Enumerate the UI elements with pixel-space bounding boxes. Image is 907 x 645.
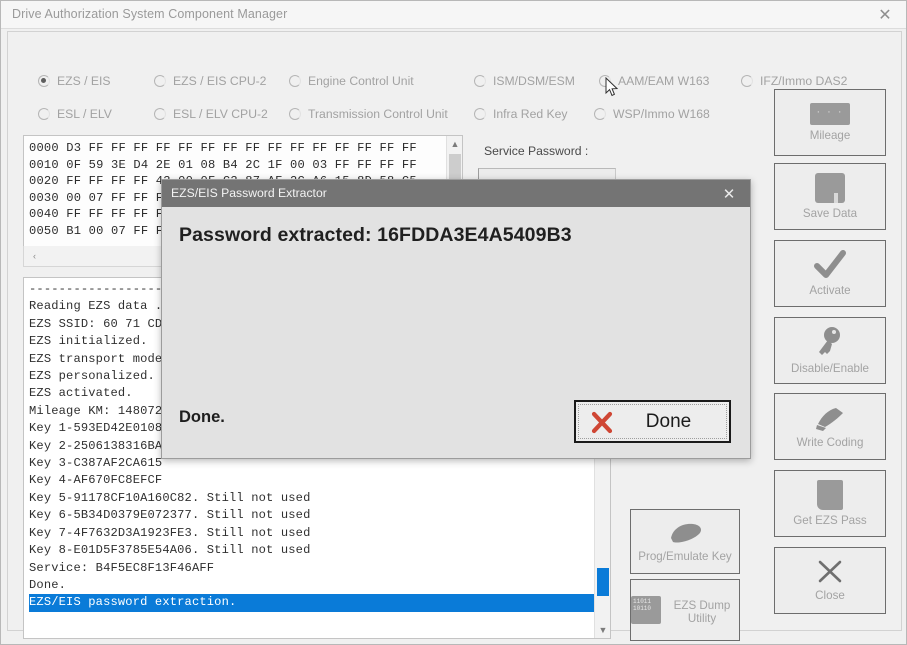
key-icon [663, 520, 707, 546]
radio-label: AAM/EAM W163 [618, 74, 710, 88]
radio-label: Infra Red Key [493, 107, 568, 121]
radio-label: IFZ/Immo DAS2 [760, 74, 848, 88]
application-window: Drive Authorization System Component Man… [0, 0, 907, 645]
x-close-icon [816, 559, 844, 585]
radio-label: Engine Control Unit [308, 74, 414, 88]
prog-emulate-key-label: Prog/Emulate Key [638, 550, 732, 563]
odometer-icon [810, 103, 850, 125]
window-close-button[interactable]: ✕ [862, 1, 906, 29]
window-title: Drive Authorization System Component Man… [12, 7, 288, 21]
get-ezs-pass-button[interactable]: Get EZS Pass [774, 470, 886, 537]
scroll-up-icon[interactable]: ▲ [447, 136, 462, 152]
write-coding-label: Write Coding [796, 436, 864, 449]
mileage-button[interactable]: Mileage [774, 89, 886, 156]
ezs-dump-utility-label: EZS Dump Utility [673, 599, 731, 625]
floppy-disk-icon [815, 173, 845, 203]
disable-enable-button[interactable]: Disable/Enable [774, 317, 886, 384]
radio-wsp-immo-w168[interactable]: WSP/Immo W168 [594, 107, 710, 121]
close-label: Close [815, 589, 845, 602]
log-scroll-thumb[interactable] [597, 568, 609, 596]
scroll-down-icon[interactable]: ▼ [595, 622, 610, 638]
radio-label: ESL / ELV CPU-2 [173, 107, 268, 121]
radio-indicator-icon [289, 108, 301, 120]
dialog-titlebar: EZS/EIS Password Extractor ✕ [162, 180, 750, 207]
save-data-button[interactable]: Save Data [774, 163, 886, 230]
window-titlebar: Drive Authorization System Component Man… [1, 1, 906, 29]
radio-indicator-icon [289, 75, 301, 87]
radio-esl-elv-cpu-2[interactable]: ESL / ELV CPU-2 [154, 107, 268, 121]
log-selected-line[interactable]: EZS/EIS password extraction. [29, 594, 596, 612]
prog-emulate-key-button[interactable]: Prog/Emulate Key [630, 509, 740, 574]
radio-indicator-icon [38, 108, 50, 120]
radio-ezs-eis-cpu-2[interactable]: EZS / EIS CPU-2 [154, 74, 266, 88]
radio-indicator-icon [599, 75, 611, 87]
get-ezs-pass-label: Get EZS Pass [793, 514, 867, 527]
radio-label: ISM/DSM/ESM [493, 74, 575, 88]
save-data-label: Save Data [802, 207, 858, 220]
ezs-dump-utility-button[interactable]: EZS Dump Utility [630, 579, 740, 641]
keys-icon [813, 326, 847, 358]
radio-transmission-control-unit[interactable]: Transmission Control Unit [289, 107, 448, 121]
chip-icon [631, 596, 661, 624]
dialog-close-button[interactable]: ✕ [712, 180, 746, 207]
close-button[interactable]: Close [774, 547, 886, 614]
dialog-done-button[interactable]: Done [574, 400, 731, 443]
write-coding-button[interactable]: Write Coding [774, 393, 886, 460]
radio-label: WSP/Immo W168 [613, 107, 710, 121]
radio-label: EZS / EIS CPU-2 [173, 74, 267, 88]
radio-esl-elv[interactable]: ESL / ELV [38, 107, 112, 121]
mileage-label: Mileage [809, 129, 851, 142]
password-extractor-dialog: EZS/EIS Password Extractor ✕ Password ex… [161, 179, 751, 459]
radio-indicator-icon [38, 75, 50, 87]
radio-engine-control-unit[interactable]: Engine Control Unit [289, 74, 414, 88]
radio-indicator-icon [741, 75, 753, 87]
radio-infra-red-key[interactable]: Infra Red Key [474, 107, 568, 121]
radio-indicator-icon [474, 75, 486, 87]
dialog-status-text: Done. [179, 408, 225, 426]
radio-ifz-immo-das2[interactable]: IFZ/Immo DAS2 [741, 74, 847, 88]
dialog-done-label: Done [645, 410, 692, 432]
radio-label: ESL / ELV [57, 107, 112, 121]
radio-ism-dsm-esm[interactable]: ISM/DSM/ESM [474, 74, 575, 88]
radio-indicator-icon [154, 75, 166, 87]
dialog-title: EZS/EIS Password Extractor [171, 186, 327, 200]
radio-indicator-icon [594, 108, 606, 120]
radio-label: Transmission Control Unit [308, 107, 448, 121]
disable-enable-label: Disable/Enable [791, 362, 869, 375]
service-password-label: Service Password : [484, 144, 589, 158]
radio-aam-eam-w163[interactable]: AAM/EAM W163 [599, 74, 709, 88]
radio-label: EZS / EIS [57, 74, 111, 88]
activate-label: Activate [809, 284, 851, 297]
radio-indicator-icon [154, 108, 166, 120]
activate-button[interactable]: Activate [774, 240, 886, 307]
write-hand-icon [812, 404, 848, 432]
checkmark-icon [813, 250, 847, 280]
dialog-message: Password extracted: 16FDDA3E4A5409B3 [179, 224, 572, 246]
radio-indicator-icon [474, 108, 486, 120]
scroll-left-icon[interactable]: ‹ [26, 247, 43, 264]
document-icon [817, 480, 843, 510]
radio-ezs-eis[interactable]: EZS / EIS [38, 74, 111, 88]
